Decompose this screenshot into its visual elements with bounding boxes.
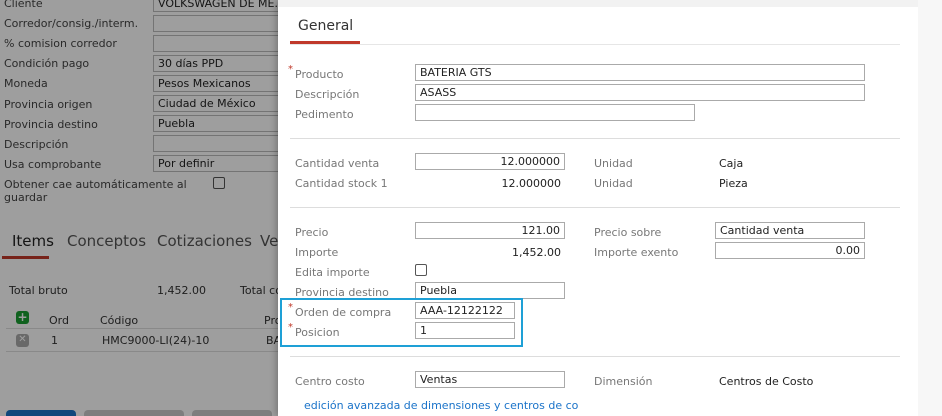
producto-label: Producto xyxy=(295,68,344,81)
required-mark: * xyxy=(288,302,293,313)
provincia-destino-select[interactable]: Puebla xyxy=(415,282,565,299)
edita-importe-label: Edita importe xyxy=(295,266,370,279)
precio-field[interactable]: 121.00 xyxy=(415,222,565,239)
orden-compra-field[interactable]: AAA-12122122 xyxy=(415,302,515,319)
producto-field[interactable]: BATERIA GTS xyxy=(415,64,865,81)
precio-label: Precio xyxy=(295,226,329,239)
required-mark: * xyxy=(288,322,293,333)
orden-compra-label: Orden de compra xyxy=(295,306,392,319)
descripcion-field[interactable]: ASASS xyxy=(415,84,865,101)
section-divider xyxy=(290,356,900,357)
unidad-venta-label: Unidad xyxy=(594,157,633,170)
posicion-field[interactable]: 1 xyxy=(415,322,515,339)
importe-exento-field[interactable]: 0.00 xyxy=(715,242,865,259)
posicion-label: Posicion xyxy=(295,326,340,339)
edita-importe-checkbox[interactable] xyxy=(415,264,427,276)
dimension-label: Dimensión xyxy=(594,375,653,388)
unidad-stock-label: Unidad xyxy=(594,177,633,190)
cantidad-stock-label: Cantidad stock 1 xyxy=(295,177,388,190)
importe-exento-label: Importe exento xyxy=(594,246,679,259)
advanced-dimensions-link[interactable]: edición avanzada de dimensiones y centro… xyxy=(304,399,578,412)
importe-label: Importe xyxy=(295,246,339,259)
importe-value: 1,452.00 xyxy=(512,246,561,259)
panel-right-gutter xyxy=(918,0,942,416)
cantidad-venta-label: Cantidad venta xyxy=(295,157,380,170)
pedimento-field[interactable] xyxy=(415,104,695,121)
dimension-value: Centros de Costo xyxy=(719,375,814,388)
required-mark: * xyxy=(288,64,293,75)
precio-sobre-label: Precio sobre xyxy=(594,226,662,239)
cantidad-venta-field[interactable]: 12.000000 xyxy=(415,153,565,170)
centro-costo-label: Centro costo xyxy=(295,375,365,388)
precio-sobre-select[interactable]: Cantidad venta xyxy=(715,222,865,239)
unidad-stock-value: Pieza xyxy=(719,177,748,190)
descripcion-label: Descripción xyxy=(295,88,360,101)
cantidad-stock-value: 12.000000 xyxy=(501,177,562,190)
panel-top-bar xyxy=(278,0,918,7)
item-edit-panel: General * Producto BATERIA GTS Descripci… xyxy=(278,0,942,416)
section-divider xyxy=(290,207,900,208)
tab-general[interactable]: General xyxy=(298,18,353,34)
tab-strip-line xyxy=(290,44,900,45)
section-divider xyxy=(290,138,900,139)
unidad-venta-value: Caja xyxy=(719,157,744,170)
pedimento-label: Pedimento xyxy=(295,108,354,121)
centro-costo-select[interactable]: Ventas xyxy=(415,371,565,388)
